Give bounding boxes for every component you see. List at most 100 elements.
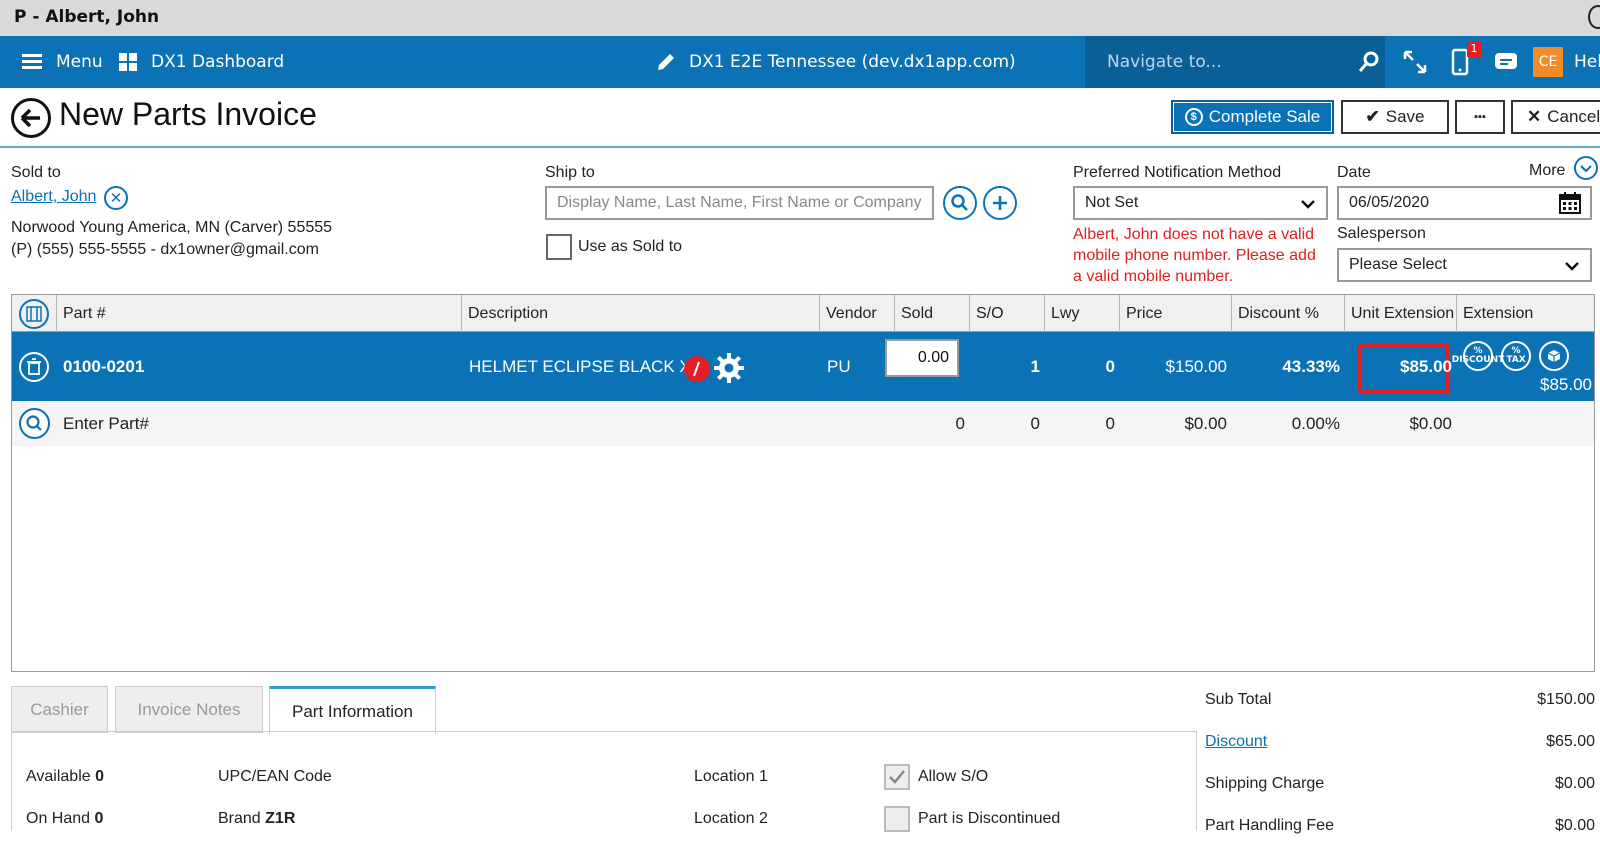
check-icon: ✔: [1365, 107, 1380, 126]
discount-icon[interactable]: % DISCOUNT: [1452, 341, 1504, 371]
dashboard-link[interactable]: DX1 Dashboard: [119, 36, 284, 88]
subtotal-row: Sub Total $150.00: [1205, 691, 1595, 719]
column-chooser-icon[interactable]: [19, 299, 49, 329]
column-header-vendor[interactable]: Vendor: [820, 295, 895, 332]
ship-to-label: Ship to: [545, 164, 595, 181]
column-header-extension[interactable]: Extension: [1457, 295, 1594, 332]
row-discount[interactable]: 43.33%: [1232, 332, 1340, 401]
tab-part-information[interactable]: Part Information: [269, 686, 436, 734]
row-part-number[interactable]: 0100-0201: [63, 332, 144, 401]
location-1-label: Location 1: [694, 768, 768, 785]
enter-part-input[interactable]: Enter Part#: [63, 401, 149, 446]
chat-icon[interactable]: [1493, 51, 1519, 73]
column-header-part[interactable]: Part #: [57, 295, 462, 332]
table-row[interactable]: 0100-0201 HELMET ECLIPSE BLACK XL PU 0.0…: [12, 332, 1594, 401]
check-icon: [889, 770, 905, 784]
customer-name-link[interactable]: Albert, John: [11, 188, 96, 206]
column-header-price[interactable]: Price: [1120, 295, 1232, 332]
package-icon[interactable]: [1539, 341, 1569, 371]
column-header-lwy[interactable]: Lwy: [1045, 295, 1120, 332]
use-as-sold-to-label: Use as Sold to: [578, 238, 683, 255]
column-header-so[interactable]: S/O: [970, 295, 1045, 332]
subtotal-label: Sub Total: [1205, 691, 1272, 708]
menu-label: Menu: [56, 52, 103, 72]
date-value: 06/05/2020: [1349, 194, 1430, 211]
more-label[interactable]: More: [1529, 162, 1565, 180]
complete-sale-label: Complete Sale: [1208, 107, 1321, 126]
window-title: P - Albert, John: [14, 7, 160, 27]
row-vendor: PU: [827, 356, 851, 376]
allow-so-checkbox[interactable]: [884, 764, 910, 790]
ship-to-add-button[interactable]: [983, 186, 1017, 220]
notification-method-value: Not Set: [1085, 194, 1139, 211]
notification-method-select[interactable]: Not Set: [1073, 186, 1328, 220]
cancel-button[interactable]: ✕ Cancel: [1511, 100, 1600, 134]
complete-sale-button[interactable]: $ Complete Sale: [1171, 100, 1334, 134]
help-label: Hel: [1574, 52, 1600, 72]
row-extension: $85.00: [1540, 375, 1592, 394]
info-alert-icon[interactable]: [684, 356, 710, 382]
help-link[interactable]: Hel: [1574, 36, 1600, 88]
pencil-icon: [658, 54, 674, 70]
notification-error-line-1: Albert, John does not have a valid: [1073, 226, 1315, 243]
row-unit-extension[interactable]: $85.00: [1345, 332, 1452, 401]
brand-label: Brand Z1R: [218, 810, 296, 827]
date-label: Date: [1337, 164, 1371, 181]
ship-to-search-button[interactable]: [943, 186, 977, 220]
location-2-label: Location 2: [694, 810, 768, 827]
date-input[interactable]: 06/05/2020: [1337, 186, 1592, 220]
part-search-button[interactable]: [19, 408, 50, 439]
part-information-panel: Available 0 On Hand 0 UPC/EAN Code Brand…: [11, 731, 1197, 832]
chevron-down-icon: [1565, 262, 1579, 271]
handling-value: $0.00: [1554, 817, 1595, 834]
entry-sold: 0: [955, 413, 965, 433]
handling-label: Part Handling Fee: [1205, 817, 1334, 834]
column-header-sold[interactable]: Sold: [895, 295, 970, 332]
tax-icon[interactable]: % TAX: [1501, 341, 1531, 371]
menu-button[interactable]: Menu: [22, 36, 103, 88]
dashboard-label: DX1 Dashboard: [151, 52, 285, 72]
search-icon: [26, 415, 42, 431]
discount-link[interactable]: Discount: [1205, 733, 1267, 751]
user-avatar[interactable]: CE: [1533, 47, 1563, 77]
arrow-left-icon: [20, 108, 40, 128]
window-control-icon[interactable]: [1588, 5, 1600, 29]
ship-to-input[interactable]: Display Name, Last Name, First Name or C…: [545, 186, 934, 220]
tab-invoice-notes[interactable]: Invoice Notes: [115, 686, 263, 733]
on-hand-value: 0: [94, 810, 104, 827]
more-toggle-icon[interactable]: [1574, 156, 1598, 180]
cancel-label: Cancel: [1547, 107, 1600, 126]
fullscreen-icon[interactable]: [1402, 49, 1428, 75]
delete-row-button[interactable]: [19, 352, 49, 382]
plus-icon: [993, 196, 1007, 210]
back-button[interactable]: [11, 98, 51, 138]
salesperson-label: Salesperson: [1337, 225, 1426, 242]
column-header-unit-extension[interactable]: Unit Extension: [1345, 295, 1457, 332]
entry-so: 0: [1030, 413, 1040, 433]
tab-cashier[interactable]: Cashier: [11, 686, 108, 733]
row-description: HELMET ECLIPSE BLACK XL: [469, 356, 701, 376]
navigate-placeholder: Navigate to...: [1107, 52, 1222, 72]
row-price: $150.00: [1165, 356, 1227, 376]
use-as-sold-to-checkbox[interactable]: [546, 234, 572, 260]
more-actions-button[interactable]: ▪▪▪: [1455, 100, 1505, 134]
column-header-description[interactable]: Description: [462, 295, 820, 332]
subtotal-value: $150.00: [1537, 691, 1595, 708]
discontinued-checkbox[interactable]: [884, 806, 910, 832]
salesperson-select[interactable]: Please Select: [1337, 248, 1592, 282]
gear-icon[interactable]: [713, 352, 745, 384]
sold-to-label: Sold to: [11, 164, 61, 181]
available-label: Available 0: [26, 768, 104, 785]
trash-icon: [27, 358, 41, 375]
column-header-discount[interactable]: Discount %: [1232, 295, 1345, 332]
search-icon[interactable]: [1357, 50, 1381, 74]
site-selector[interactable]: DX1 E2E Tennessee (dev.dx1app.com): [655, 36, 1016, 88]
calendar-icon[interactable]: [1558, 191, 1582, 215]
remove-customer-icon[interactable]: ✕: [104, 186, 128, 210]
customer-address: Norwood Young America, MN (Carver) 55555: [11, 219, 333, 236]
entry-lwy: 0: [1105, 413, 1115, 433]
column-chooser-cell: [12, 295, 57, 332]
row-sold-input[interactable]: 0.00: [885, 339, 959, 377]
save-button[interactable]: ✔ Save: [1341, 100, 1449, 134]
navigate-search-input[interactable]: Navigate to...: [1085, 36, 1385, 88]
